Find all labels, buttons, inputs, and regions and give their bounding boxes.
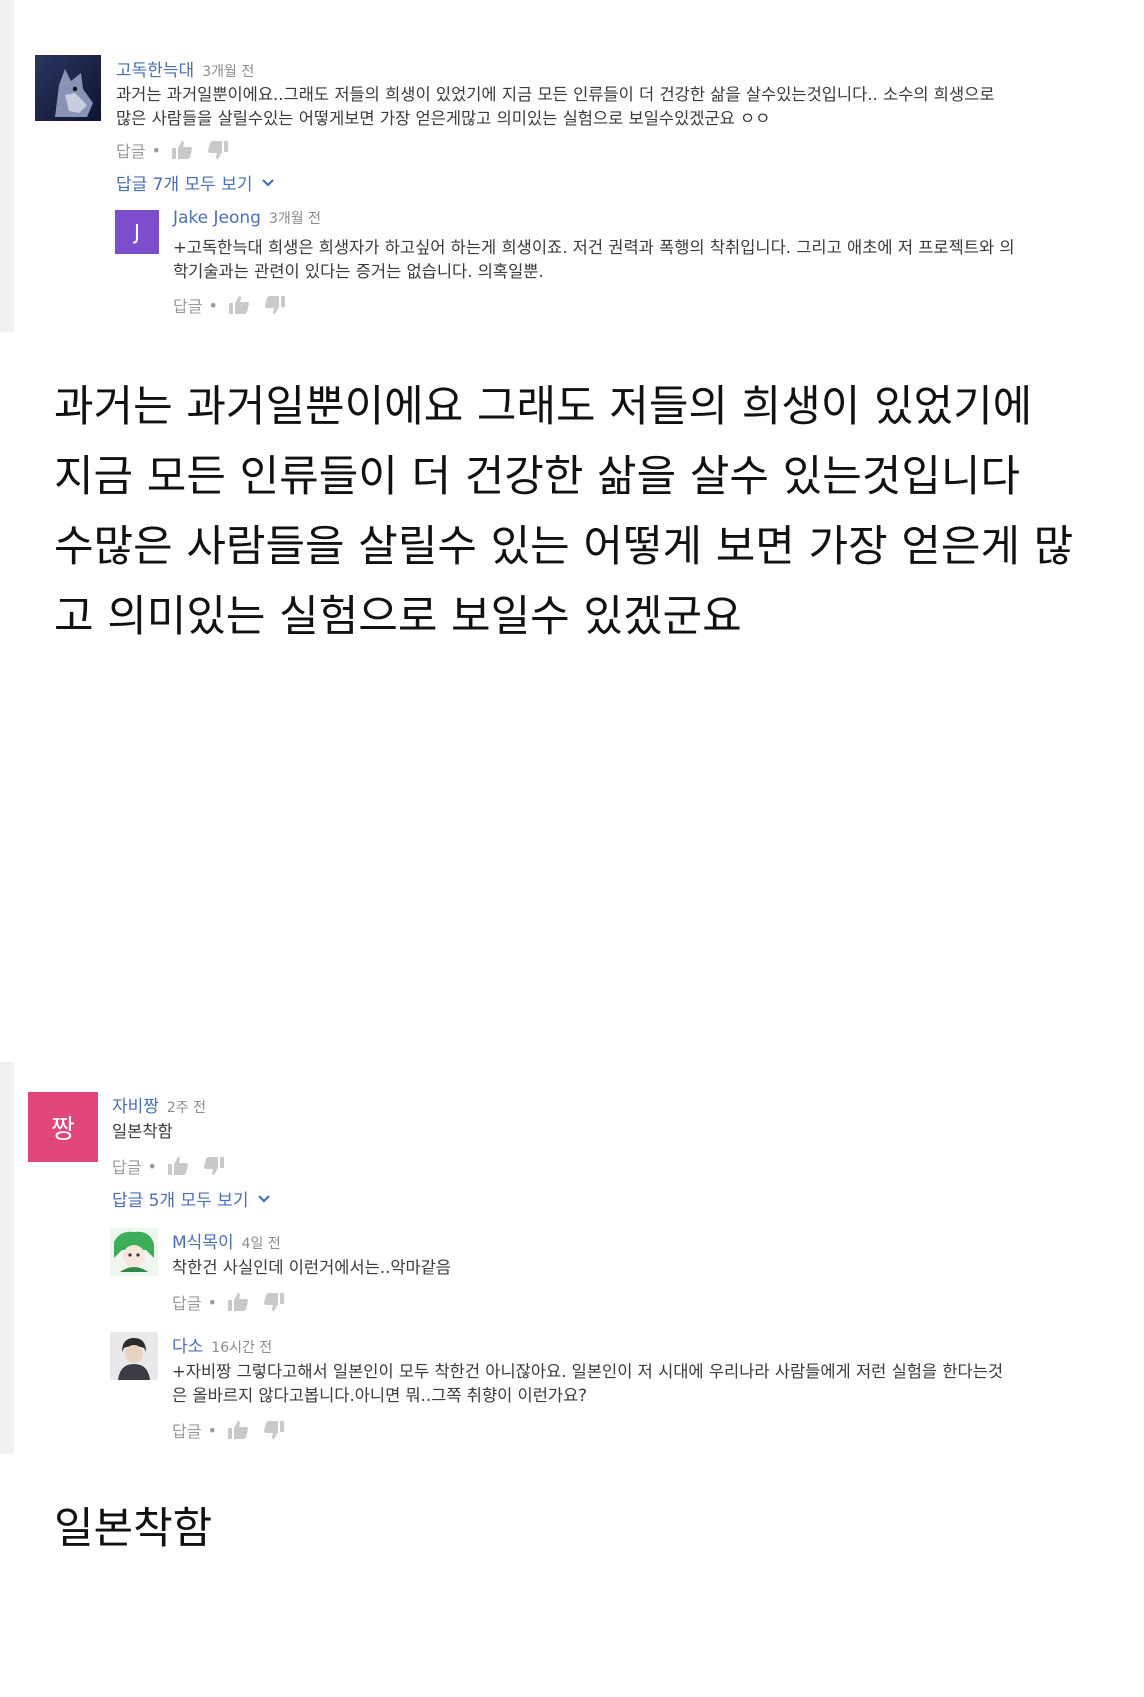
chevron-down-icon [261,178,274,187]
comment-header: 고독한늑대 3개월 전 [116,56,254,81]
avatar-wolf[interactable] [35,55,101,121]
caption-translation-1: 과거는 과거일뿐이에요 그래도 저들의 희생이 있었기에 지금 모든 인류들이 … [54,382,1074,642]
reply-actions: 답글 • [172,1290,299,1314]
screenshot-edge [0,1062,14,1454]
thumbs-up-icon[interactable] [171,140,193,160]
avatar-letter-text: 짱 [51,1114,75,1145]
view-replies-link[interactable]: 답글 7개 모두 보기 [116,170,275,195]
thumbs-down-icon[interactable] [263,1420,285,1440]
reply-text: +자비짱 그렇다고해서 일본인이 모두 착한건 아니잖아요. 일본인이 저 시대… [172,1362,1004,1405]
screenshot-edge [0,0,14,332]
reply-button[interactable]: 답글 [172,1418,201,1442]
author-name[interactable]: 고독한늑대 [116,61,194,81]
avatar-letter[interactable]: 짱 [28,1092,98,1162]
reply-button[interactable]: 답글 [173,293,202,317]
view-replies-label: 답글 7개 모두 보기 [116,175,253,195]
thumbs-up-icon[interactable] [167,1156,189,1176]
reply-actions: 답글 • [172,1418,299,1442]
reply-button[interactable]: 답글 [172,1290,201,1314]
thumbs-down-icon[interactable] [263,1292,285,1312]
avatar-photo[interactable] [110,1332,158,1380]
chevron-down-icon [257,1194,270,1203]
comment-time[interactable]: 3개월 전 [202,64,254,80]
comment-text: 과거는 과거일뿐이에요..그래도 저들의 희생이 있었기에 지금 모든 인류들이… [116,85,995,128]
comment-header: 자비짱 2주 전 [112,1092,206,1117]
reply-header: M식목이 4일 전 [172,1228,281,1253]
comment-actions: 답글 • [116,138,243,162]
reply-text: 착한건 사실인데 이런거에서는..악마같음 [172,1258,452,1277]
thumbs-up-icon[interactable] [227,1420,249,1440]
avatar-letter-text: J [134,220,140,244]
view-replies-label: 답글 5개 모두 보기 [112,1191,249,1211]
avatar-letter[interactable]: J [115,210,159,254]
reply-time[interactable]: 4일 전 [242,1236,281,1252]
reply-header: Jake Jeong 3개월 전 [173,208,321,228]
author-name[interactable]: 자비짱 [112,1097,159,1117]
thumbs-up-icon[interactable] [227,1292,249,1312]
reply-text: +고독한늑대 희생은 희생자가 하고싶어 하는게 희생이죠. 저건 권력과 폭행… [173,238,1015,281]
thumbs-down-icon[interactable] [264,295,286,315]
reply-button[interactable]: 답글 [116,138,145,162]
comment-text: 일본착함 [112,1122,173,1141]
comment-screenshot-1: 고독한늑대 3개월 전 과거는 과거일뿐이에요..그래도 저들의 희생이 있었기에… [0,0,1144,332]
reply-actions: 답글 • [173,293,300,317]
reply-author-name[interactable]: 다소 [172,1337,203,1357]
reply-header: 다소 16시간 전 [172,1332,272,1357]
thumbs-down-icon[interactable] [207,140,229,160]
caption-translation-2: 일본착함 [54,1504,213,1554]
reply-author-name[interactable]: Jake Jeong [173,208,261,228]
comment-time[interactable]: 2주 전 [167,1100,206,1116]
thumbs-up-icon[interactable] [228,295,250,315]
reply-time[interactable]: 16시간 전 [211,1340,272,1356]
thumbs-down-icon[interactable] [203,1156,225,1176]
reply-time[interactable]: 3개월 전 [269,211,321,227]
avatar-anime[interactable] [110,1228,158,1276]
comment-screenshot-2: 짱 자비짱 2주 전 일본착함 답글 • 답글 5개 모두 보기 M식목이 4일 전 … [0,1062,1144,1454]
reply-button[interactable]: 답글 [112,1154,141,1178]
reply-author-name[interactable]: M식목이 [172,1233,234,1253]
view-replies-link[interactable]: 답글 5개 모두 보기 [112,1186,271,1211]
comment-actions: 답글 • [112,1154,239,1178]
